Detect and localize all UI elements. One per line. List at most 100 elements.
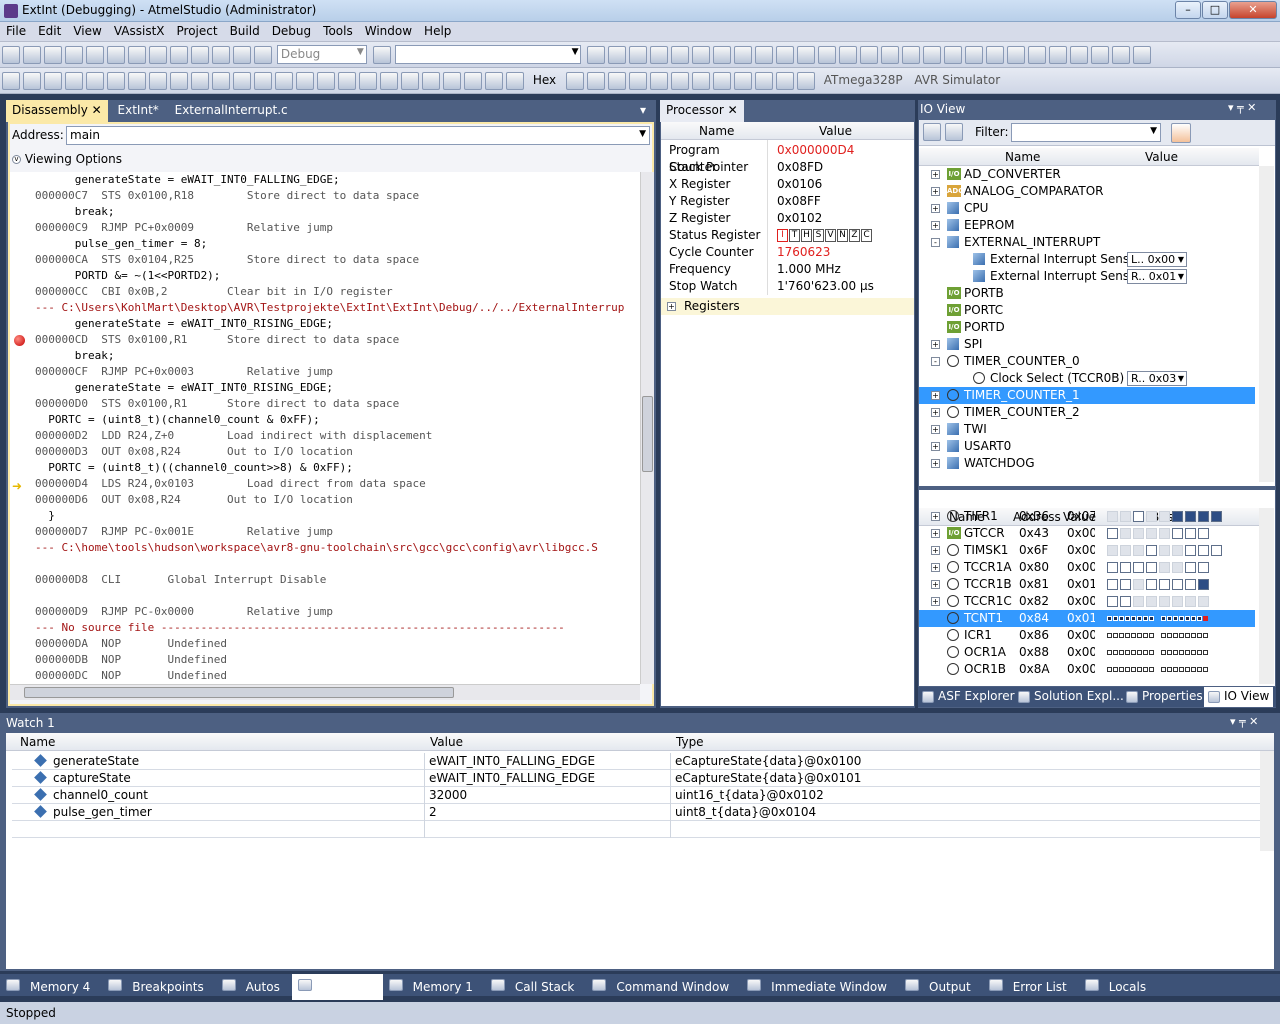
watch-value[interactable]: 32000 — [429, 788, 467, 802]
toolbar-action-icon[interactable] — [107, 46, 125, 64]
expand-icon[interactable]: + — [931, 597, 940, 606]
expand-icon[interactable]: + — [931, 408, 940, 417]
vertical-scrollbar[interactable] — [640, 172, 654, 684]
debug-action-icon[interactable] — [233, 72, 251, 90]
io-tree-item[interactable]: I/O PORTB — [919, 285, 1255, 302]
debug-action-icon[interactable] — [317, 72, 335, 90]
toolbar-action-icon[interactable] — [1133, 46, 1152, 64]
debug-action-icon[interactable] — [401, 72, 419, 90]
register-row[interactable]: + TIFR1 0x36 0x07 — [919, 508, 1255, 525]
menu-view[interactable]: View — [67, 22, 107, 38]
toolbar-action-icon[interactable] — [233, 46, 251, 64]
close-button[interactable]: ✕ — [1229, 1, 1277, 19]
tab-call-stack[interactable]: Call Stack — [485, 974, 586, 1000]
sreg-flag-T[interactable]: T — [789, 229, 800, 242]
debug-action-icon[interactable] — [296, 72, 314, 90]
maximize-button[interactable]: □ — [1202, 1, 1228, 19]
vertical-scrollbar[interactable] — [1259, 508, 1274, 684]
tab-memory-1[interactable]: Memory 1 — [383, 974, 485, 1000]
expand-icon[interactable]: + — [931, 340, 940, 349]
tab-error-list[interactable]: Error List — [983, 974, 1079, 1000]
watch-row[interactable] — [12, 821, 1260, 838]
scrollbar-thumb[interactable] — [642, 396, 653, 472]
tab-processor[interactable]: Processor ✕ — [660, 100, 744, 122]
debug-window-icon[interactable] — [628, 72, 647, 90]
sreg-flag-S[interactable]: S — [813, 229, 824, 242]
menu-window[interactable]: Window — [359, 22, 418, 38]
register-bits[interactable] — [1107, 661, 1215, 678]
tab-io-view[interactable]: IO View — [1204, 687, 1274, 707]
io-tree-item[interactable]: - TIMER_COUNTER_0 — [919, 353, 1255, 370]
io-tree-item[interactable]: + ADC ANALOG_COMPARATOR — [919, 183, 1255, 200]
toolbar-action-icon[interactable] — [923, 46, 942, 64]
debug-action-icon[interactable] — [107, 72, 125, 90]
sreg-flag-V[interactable]: V — [825, 229, 836, 242]
toolbar-action-icon[interactable] — [734, 46, 753, 64]
bitfield-combo[interactable]: R.. 0x03 ▼ — [1127, 371, 1187, 386]
watch-row[interactable]: generateState eWAIT_INT0_FALLING_EDGE eCap… — [12, 753, 1260, 770]
tab-locals[interactable]: Locals — [1079, 974, 1158, 1000]
vertical-scrollbar[interactable] — [1259, 166, 1274, 482]
tab-disassembly[interactable]: Disassembly ✕ — [6, 100, 108, 122]
expand-icon[interactable]: + — [931, 204, 940, 213]
sreg-flag-I[interactable]: I — [777, 229, 788, 242]
register-bits[interactable] — [1107, 610, 1215, 627]
toolbar-action-icon[interactable] — [629, 46, 648, 64]
address-input[interactable]: main ▼ — [66, 126, 650, 145]
io-tree-item[interactable]: + I/O AD_CONVERTER — [919, 166, 1255, 183]
io-tree-item[interactable]: - EXTERNAL_INTERRUPT — [919, 234, 1255, 251]
io-tree-item[interactable]: I/O PORTD — [919, 319, 1255, 336]
menu-debug[interactable]: Debug — [266, 22, 317, 38]
io-tree-item[interactable]: + EEPROM — [919, 217, 1255, 234]
collapse-icon[interactable]: - — [931, 238, 940, 247]
io-tree-item[interactable]: Clock Select (TCCR0B) R.. 0x03 ▼ — [919, 370, 1255, 387]
io-tree[interactable]: + I/O AD_CONVERTER + ADC ANALOG_COMPARATOR + CP… — [919, 166, 1259, 486]
toolbar-action-icon[interactable] — [128, 46, 146, 64]
collapse-icon[interactable]: - — [931, 357, 940, 366]
toolbar-action-icon[interactable] — [902, 46, 921, 64]
register-bits[interactable] — [1107, 644, 1215, 661]
debug-action-icon[interactable] — [128, 72, 146, 90]
sreg-flag-H[interactable]: H — [801, 229, 812, 242]
toolbar-action-icon[interactable] — [755, 46, 774, 64]
debug-window-icon[interactable] — [775, 72, 794, 90]
bitfield-combo[interactable]: R.. 0x01 ▼ — [1127, 269, 1187, 284]
tab-autos[interactable]: Autos — [216, 974, 292, 1000]
toolbar-action-icon[interactable] — [1070, 46, 1089, 64]
register-row[interactable]: TCNT1 0x84 0x01 — [919, 610, 1255, 627]
debug-action-icon[interactable] — [359, 72, 377, 90]
register-row[interactable]: ICR1 0x86 0x00 — [919, 627, 1255, 644]
toolbar-action-icon[interactable] — [986, 46, 1005, 64]
expand-icon[interactable]: + — [931, 425, 940, 434]
expand-icon[interactable]: + — [667, 302, 676, 311]
minimize-button[interactable]: – — [1175, 1, 1201, 19]
debug-window-icon[interactable] — [733, 72, 752, 90]
close-icon[interactable]: ✕ — [92, 103, 102, 117]
register-row[interactable]: + TCCR1C 0x82 0x00 — [919, 593, 1255, 610]
viewing-options-toggle[interactable]: v Viewing Options — [12, 152, 122, 166]
debug-action-icon[interactable] — [191, 72, 209, 90]
debug-action-icon[interactable] — [65, 72, 83, 90]
register-bits[interactable] — [1107, 525, 1211, 542]
register-row[interactable]: + TCCR1B 0x81 0x01 — [919, 576, 1255, 593]
toolbar-action-icon[interactable] — [944, 46, 963, 64]
debug-window-icon[interactable] — [796, 72, 815, 90]
expand-icon[interactable]: + — [931, 546, 940, 555]
bitfield-combo[interactable]: L.. 0x00 ▼ — [1127, 252, 1187, 267]
debug-window-icon[interactable] — [586, 72, 605, 90]
tab-properties[interactable]: Properties — [1122, 687, 1207, 707]
register-bits[interactable] — [1107, 576, 1211, 593]
register-list[interactable]: + TIFR1 0x36 0x07 + I/O GTCCR 0x43 0x00 + TIMSK1 0x… — [919, 508, 1259, 684]
debug-action-icon[interactable] — [170, 72, 188, 90]
debug-window-icon[interactable] — [670, 72, 689, 90]
register-row[interactable]: + I/O GTCCR 0x43 0x00 — [919, 525, 1255, 542]
watch-value[interactable]: eWAIT_INT0_FALLING_EDGE — [429, 771, 595, 785]
register-row[interactable]: + TIMSK1 0x6F 0x00 — [919, 542, 1255, 559]
sreg-flag-N[interactable]: N — [837, 229, 848, 242]
debug-action-icon[interactable] — [380, 72, 398, 90]
expand-icon[interactable]: + — [931, 442, 940, 451]
tab-externalinterrupt[interactable]: ExternalInterrupt.c — [169, 100, 294, 122]
io-tree-item[interactable]: + CPU — [919, 200, 1255, 217]
debug-action-icon[interactable] — [149, 72, 167, 90]
toolbar-action-icon[interactable] — [608, 46, 627, 64]
